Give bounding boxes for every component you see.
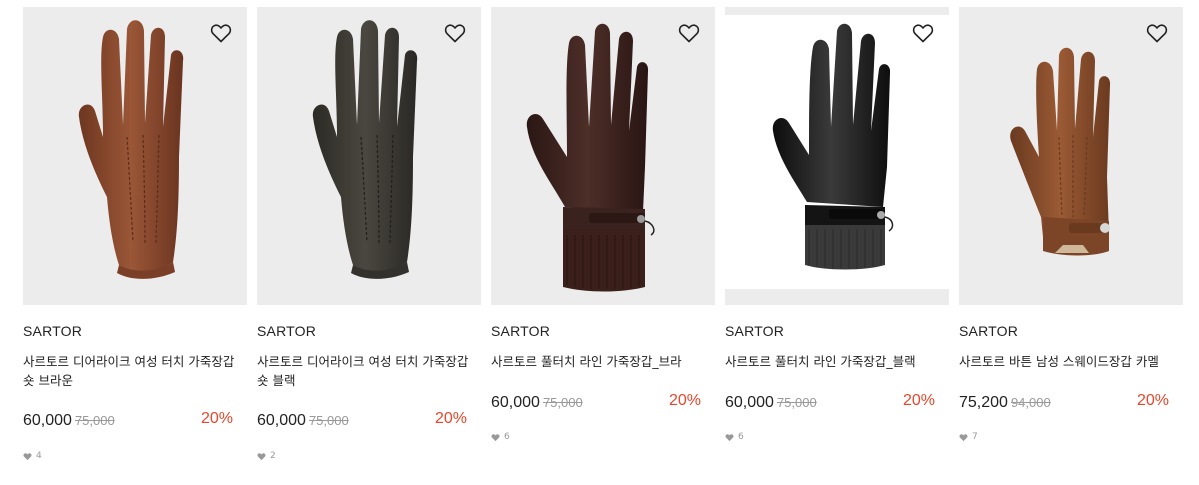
price-row: 60,000 75,000 20% — [725, 392, 935, 412]
heart-small-icon — [959, 433, 968, 441]
discount-rate: 20% — [1136, 392, 1169, 409]
heart-outline-icon — [678, 24, 700, 43]
product-image[interactable] — [23, 7, 247, 305]
brand-name[interactable]: SARTOR — [725, 323, 784, 339]
glove-image — [1010, 47, 1111, 256]
heart-outline-icon — [444, 24, 466, 43]
heart-small-icon — [725, 433, 734, 441]
original-price: 75,000 — [74, 413, 115, 428]
discount-rate: 20% — [668, 392, 701, 409]
sale-price: 60,000 — [725, 394, 774, 411]
like-count: 2 — [257, 450, 276, 462]
price-row: 75,200 94,000 20% — [959, 392, 1169, 412]
price-row: 60,000 75,000 20% — [23, 410, 233, 430]
product-image[interactable] — [257, 7, 481, 305]
brand-name[interactable]: SARTOR — [23, 323, 82, 339]
product-name[interactable]: 사르토르 바튼 남성 스웨이드장갑 카멜 — [959, 352, 1171, 371]
original-price: 75,000 — [308, 413, 349, 428]
sale-price: 60,000 — [491, 394, 540, 411]
like-count: 4 — [23, 450, 42, 462]
original-price: 75,000 — [542, 395, 583, 410]
wishlist-button[interactable] — [443, 21, 467, 45]
heart-small-icon — [23, 452, 32, 460]
heart-outline-icon — [1146, 24, 1168, 43]
brand-name[interactable]: SARTOR — [959, 323, 1018, 339]
glove-image — [526, 23, 655, 292]
wishlist-button[interactable] — [1145, 21, 1169, 45]
brand-name[interactable]: SARTOR — [491, 323, 550, 339]
wishlist-button[interactable] — [209, 21, 233, 45]
discount-rate: 20% — [434, 410, 467, 427]
original-price: 94,000 — [1010, 395, 1051, 410]
heart-small-icon — [257, 452, 266, 460]
product-name[interactable]: 사르토르 풀터치 라인 가죽장갑_브라 — [491, 352, 703, 371]
sale-price: 60,000 — [257, 412, 306, 429]
original-price: 75,000 — [776, 395, 817, 410]
like-count-value: 2 — [270, 451, 276, 461]
glove-image — [772, 23, 894, 270]
brand-name[interactable]: SARTOR — [257, 323, 316, 339]
product-image[interactable] — [725, 7, 949, 305]
sale-price: 75,200 — [959, 394, 1008, 411]
glove-image — [78, 20, 184, 279]
like-count: 6 — [725, 431, 744, 443]
product-image[interactable] — [959, 7, 1183, 305]
product-name[interactable]: 사르토르 디어라이크 여성 터치 가죽장갑 숏 블랙 — [257, 352, 469, 390]
like-count-value: 4 — [36, 451, 42, 461]
heart-outline-icon — [210, 24, 232, 43]
sale-price: 60,000 — [23, 412, 72, 429]
product-image[interactable] — [491, 7, 715, 305]
heart-small-icon — [491, 433, 500, 441]
product-name[interactable]: 사르토르 풀터치 라인 가죽장갑_블랙 — [725, 352, 937, 371]
like-count: 6 — [491, 431, 510, 443]
product-name[interactable]: 사르토르 디어라이크 여성 터치 가죽장갑 숏 브라운 — [23, 352, 235, 390]
like-count-value: 6 — [738, 432, 744, 442]
price-row: 60,000 75,000 20% — [491, 392, 701, 412]
wishlist-button[interactable] — [677, 21, 701, 45]
like-count: 7 — [959, 431, 978, 443]
like-count-value: 7 — [972, 432, 978, 442]
heart-outline-icon — [912, 24, 934, 43]
wishlist-button[interactable] — [911, 21, 935, 45]
discount-rate: 20% — [200, 410, 233, 427]
discount-rate: 20% — [902, 392, 935, 409]
like-count-value: 6 — [504, 432, 510, 442]
glove-image — [312, 20, 418, 279]
price-row: 60,000 75,000 20% — [257, 410, 467, 430]
